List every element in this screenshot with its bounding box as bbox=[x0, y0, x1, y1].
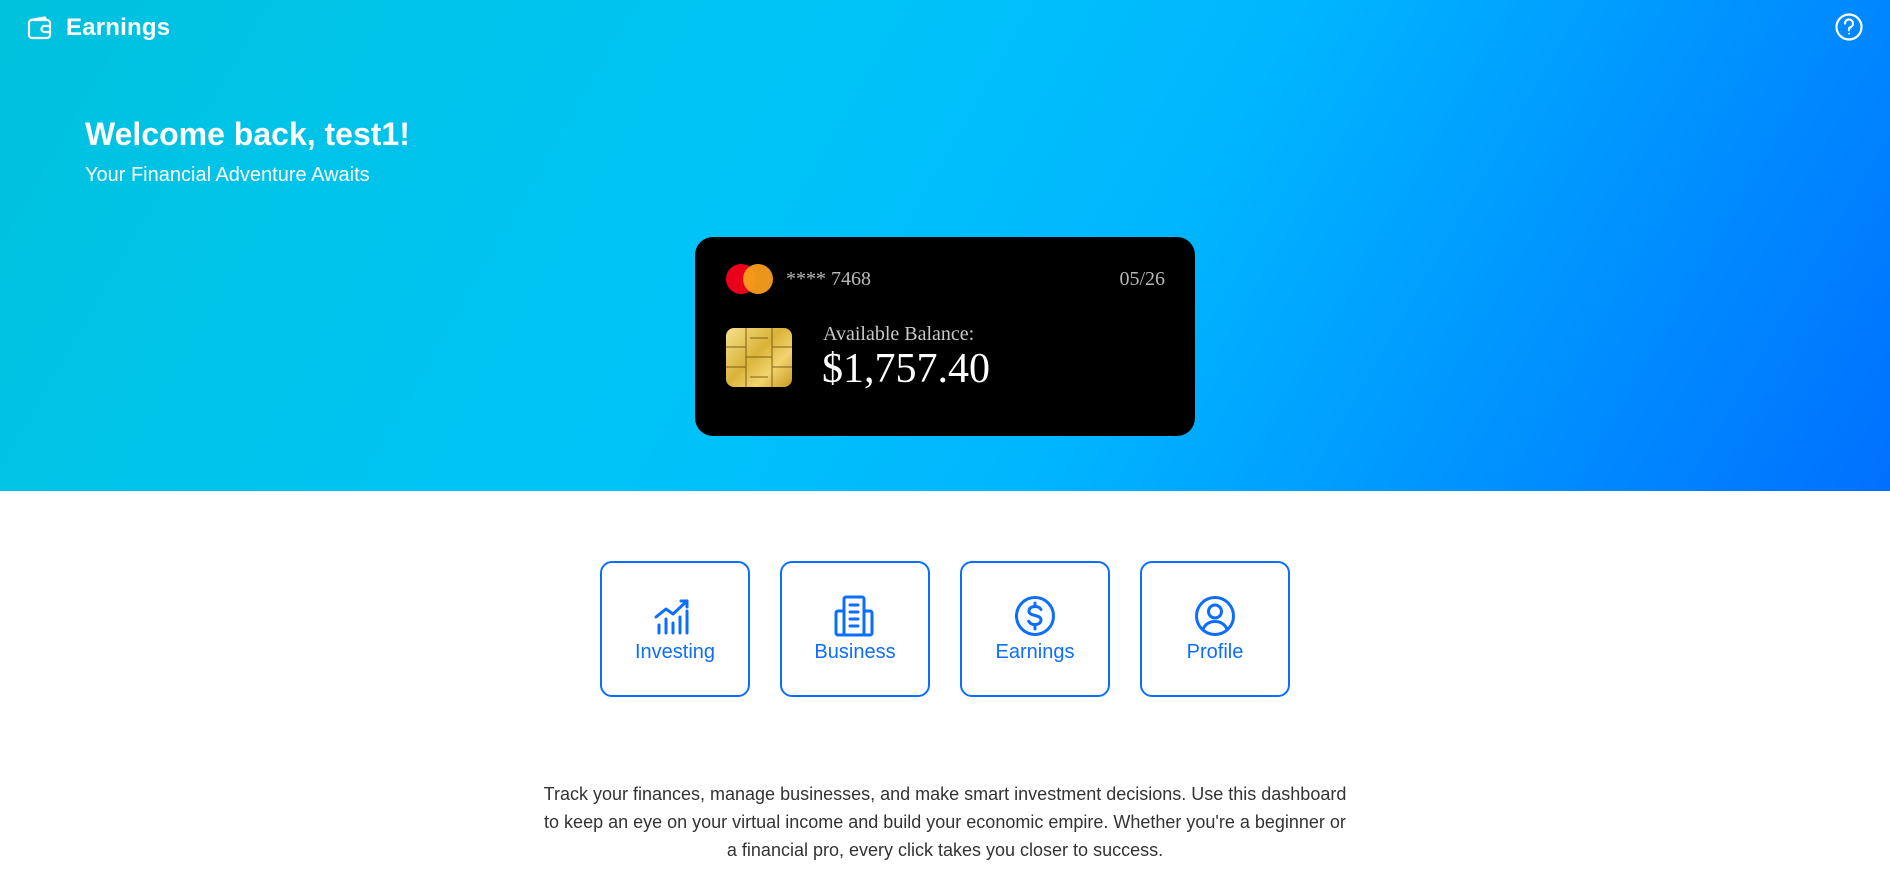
card-number: **** 7468 bbox=[786, 268, 871, 290]
nav-earnings-button[interactable]: Earnings bbox=[960, 561, 1110, 697]
nav-business-button[interactable]: Business bbox=[780, 561, 930, 697]
welcome-heading: Welcome back, test1! bbox=[85, 116, 410, 152]
help-button[interactable] bbox=[1834, 12, 1864, 42]
app-title: Earnings bbox=[66, 14, 171, 41]
nav-business-label: Business bbox=[814, 641, 896, 663]
building-icon bbox=[834, 595, 874, 637]
mastercard-logo bbox=[726, 263, 774, 295]
nav-investing-label: Investing bbox=[634, 641, 716, 663]
dashboard-description: Track your finances, manage businesses, … bbox=[543, 784, 1347, 860]
nav-investing-button[interactable]: Investing bbox=[600, 561, 750, 697]
wallet-icon bbox=[27, 16, 52, 40]
nav-profile-label: Profile bbox=[1186, 641, 1244, 663]
balance-label: Available Balance: bbox=[823, 323, 975, 345]
welcome-subtitle: Your Financial Adventure Awaits bbox=[85, 164, 370, 186]
card-chip-icon bbox=[726, 328, 792, 387]
dollar-circle-icon bbox=[1015, 596, 1055, 636]
nav-earnings-label: Earnings bbox=[995, 641, 1075, 663]
card-expiry: 05/26 bbox=[1119, 268, 1165, 290]
quick-nav: Investing Business Earnings Profile bbox=[600, 561, 1290, 697]
balance-amount: $1,757.40 bbox=[822, 346, 990, 392]
hero-banner: Earnings Welcome back, test1! Your Finan… bbox=[0, 0, 1890, 491]
chart-icon bbox=[654, 599, 689, 635]
nav-profile-button[interactable]: Profile bbox=[1140, 561, 1290, 697]
user-circle-icon bbox=[1195, 596, 1235, 636]
app-brand[interactable]: Earnings bbox=[26, 14, 170, 42]
question-circle-icon bbox=[1835, 13, 1863, 41]
balance-card: **** 7468 05/26 Available Balance: $1,75… bbox=[695, 237, 1195, 436]
